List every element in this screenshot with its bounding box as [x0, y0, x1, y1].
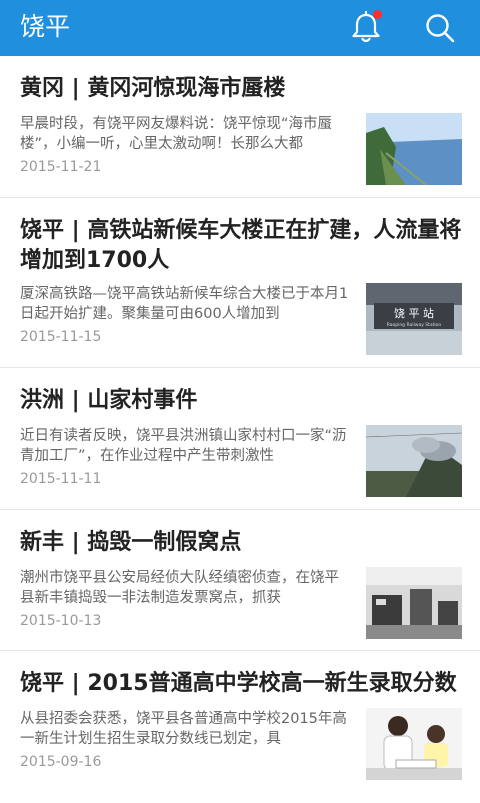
- app-title: 饶平: [20, 12, 71, 41]
- article-title: 洪洲 | 山家村事件: [20, 388, 198, 413]
- article-summary: 近日有读者反映，饶平县洪洲镇山家村村口一家“沥青加工厂”，在作业过程中产生带刺激…: [20, 428, 347, 464]
- list-item[interactable]: 饶平 | 高铁站新候车大楼正在扩建，人流量将增加到1700人 厦深高铁路—饶平高…: [0, 198, 480, 368]
- article-summary: 厦深高铁路—饶平高铁站新候车综合大楼已于本月1日起开始扩建。聚集量可由600人增…: [20, 286, 349, 322]
- article-summary: 从县招委会获悉，饶平县各普通高中学校2015年高一新生计划生招生录取分数线已划定…: [20, 711, 347, 747]
- article-date: 2015-11-21: [20, 159, 102, 175]
- notification-button[interactable]: [346, 8, 386, 48]
- search-icon: [426, 14, 455, 43]
- article-thumbnail: [366, 708, 462, 780]
- list-item[interactable]: 洪洲 | 山家村事件 近日有读者反映，饶平县洪洲镇山家村村口一家“沥青加工厂”，…: [0, 368, 480, 510]
- article-date: 2015-11-11: [20, 471, 102, 487]
- article-date: 2015-10-13: [20, 613, 102, 629]
- list-item[interactable]: 黄冈 | 黄冈河惊现海市蜃楼 早晨时段，有饶平网友爆料说：饶平惊现“海市蜃楼”，…: [0, 56, 480, 198]
- station-sign-subtext: Raoping Railway Station: [387, 322, 442, 328]
- top-app-bar: 饶平: [0, 0, 480, 56]
- article-date: 2015-11-15: [20, 329, 102, 345]
- article-summary: 潮州市饶平县公安局经侦大队经缜密侦查，在饶平县新丰镇捣毁一非法制造发票窝点，抓获: [20, 570, 339, 606]
- search-button[interactable]: [420, 8, 460, 48]
- station-sign-text: 饶 平 站: [394, 306, 434, 320]
- article-thumbnail: [366, 567, 462, 639]
- article-thumbnail: 饶 平 站 Raoping Railway Station: [366, 283, 462, 355]
- notification-dot: [373, 10, 382, 19]
- article-thumbnail: [366, 425, 462, 497]
- list-item[interactable]: 新丰 | 捣毁一制假窝点 潮州市饶平县公安局经侦大队经缜密侦查，在饶平县新丰镇捣…: [0, 510, 480, 651]
- article-date: 2015-09-16: [20, 754, 102, 770]
- article-title: 黄冈 | 黄冈河惊现海市蜃楼: [20, 76, 286, 101]
- article-title: 饶平 | 高铁站新候车大楼正在扩建，人流量将增加到1700人: [20, 218, 462, 273]
- article-summary: 早晨时段，有饶平网友爆料说：饶平惊现“海市蜃楼”，小编一听，心里太激动啊！长那么…: [20, 116, 333, 152]
- article-title: 饶平 | 2015普通高中学校高一新生录取分数: [20, 671, 457, 696]
- article-thumbnail: [366, 113, 462, 185]
- list-item[interactable]: 饶平 | 2015普通高中学校高一新生录取分数 从县招委会获悉，饶平县各普通高中…: [0, 651, 480, 803]
- article-title: 新丰 | 捣毁一制假窝点: [20, 530, 242, 555]
- article-list: 黄冈 | 黄冈河惊现海市蜃楼 早晨时段，有饶平网友爆料说：饶平惊现“海市蜃楼”，…: [0, 56, 480, 803]
